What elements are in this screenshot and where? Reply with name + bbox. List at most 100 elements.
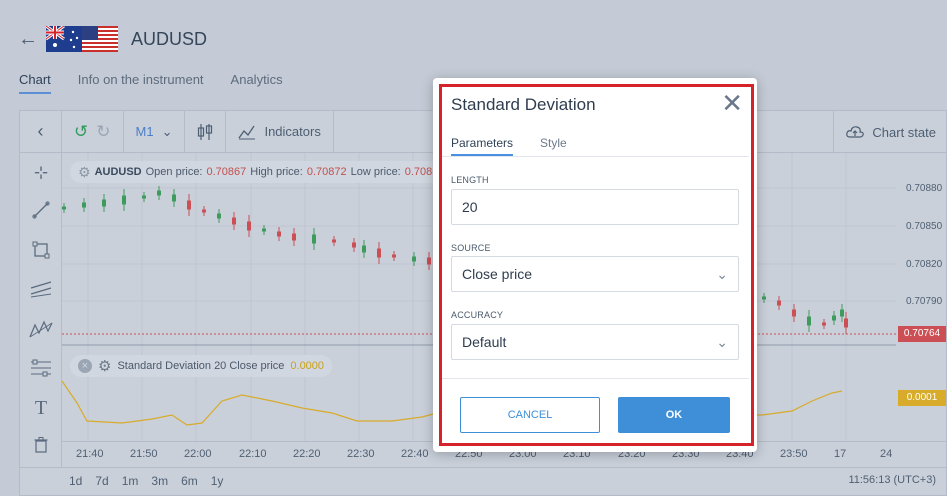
fibonacci-icon[interactable] [20, 359, 62, 382]
dialog-tabs: Parameters Style [451, 136, 567, 156]
candle-body [277, 231, 281, 237]
collapse-tools-button[interactable]: ‹ [20, 110, 62, 153]
undo-icon[interactable]: ↺ [74, 122, 88, 142]
chart-type-button[interactable] [185, 110, 227, 153]
timeframe-select[interactable]: M1 ⌄ [124, 110, 186, 153]
indicators-label: Indicators [264, 124, 321, 139]
candle-body [844, 318, 848, 328]
indicators-button[interactable]: Indicators [226, 110, 334, 153]
accuracy-select[interactable]: Default ⌄ [451, 324, 739, 360]
period-3m[interactable]: 3m [151, 474, 168, 488]
aud-usd-flag-icon [46, 26, 118, 52]
candle-body [247, 221, 251, 231]
length-label: LENGTH [451, 175, 489, 185]
dialog-divider [441, 156, 749, 157]
standard-deviation-dialog: Standard Deviation ✕ Parameters Style LE… [433, 78, 757, 452]
period-7d[interactable]: 7d [95, 474, 108, 488]
legend-symbol: AUDUSD [94, 166, 142, 178]
candle-body [102, 199, 106, 207]
chart-state-button[interactable]: Chart state [833, 111, 946, 153]
ok-button[interactable]: OK [618, 397, 730, 433]
gear-icon[interactable]: ⚙ [78, 164, 91, 181]
period-1y[interactable]: 1y [211, 474, 224, 488]
time-tick: 21:50 [130, 448, 158, 460]
indicator-legend: × ⚙ Standard Deviation 20 Close price 0.… [70, 355, 333, 377]
chart-state-label: Chart state [872, 124, 936, 140]
tab-parameters[interactable]: Parameters [451, 136, 514, 156]
time-tick: 22:10 [239, 448, 267, 460]
candle-body [762, 296, 766, 300]
source-label: SOURCE [451, 243, 491, 253]
candle-body [412, 256, 416, 262]
trendline-icon[interactable] [20, 201, 62, 224]
crosshair-icon[interactable]: ⊹ [20, 163, 62, 183]
candle-body [292, 233, 296, 241]
time-tick: 23:50 [780, 448, 808, 460]
history-buttons: ↺ ↻ [62, 110, 124, 153]
candle-body [840, 309, 844, 317]
indicator-label: Standard Deviation 20 Close price [117, 360, 285, 372]
tab-chart[interactable]: Chart [19, 72, 51, 94]
candle-body [172, 194, 176, 202]
high-label: High price: [250, 166, 303, 178]
rectangle-icon[interactable] [20, 241, 62, 264]
cloud-upload-icon [846, 126, 865, 138]
indicator-gear-icon[interactable]: ⚙ [98, 357, 111, 375]
remove-indicator-icon[interactable]: × [78, 359, 92, 373]
source-select[interactable]: Close price ⌄ [451, 256, 739, 292]
candle-body [232, 217, 236, 225]
period-1d[interactable]: 1d [69, 474, 82, 488]
candle-body [427, 257, 431, 265]
current-price-label: 0.70764 [898, 326, 946, 342]
server-clock: 11:56:13 (UTC+3) [848, 474, 936, 486]
candle-body [122, 195, 126, 205]
time-tick: 22:30 [347, 448, 375, 460]
candle-body [352, 242, 356, 248]
redo-icon[interactable]: ↻ [96, 122, 110, 142]
period-1m[interactable]: 1m [122, 474, 139, 488]
time-tick: 22:20 [293, 448, 321, 460]
pattern-icon[interactable] [20, 319, 62, 344]
tab-analytics[interactable]: Analytics [231, 72, 283, 94]
cancel-button[interactable]: CANCEL [460, 397, 600, 433]
candle-body [807, 316, 811, 326]
candle-body [262, 228, 266, 232]
time-tick: 22:00 [184, 448, 212, 460]
candle-body [62, 206, 66, 210]
candle-body [157, 190, 161, 196]
chart-bottom-bar: 1d 7d 1m 3m 6m 1y 11:56:13 (UTC+3) [20, 467, 946, 495]
candle-body [392, 254, 396, 258]
candle-body [362, 245, 366, 253]
channel-icon[interactable] [20, 280, 62, 303]
chevron-down-icon: ⌄ [716, 266, 728, 282]
accuracy-label: ACCURACY [451, 310, 504, 320]
text-tool-icon[interactable]: T [20, 397, 62, 420]
open-label: Open price: [145, 166, 203, 178]
indicators-icon [238, 125, 256, 139]
period-6m[interactable]: 6m [181, 474, 198, 488]
time-tick: 24 [880, 448, 893, 460]
candle-body [377, 248, 381, 258]
candle-body [792, 309, 796, 317]
dialog-divider [441, 378, 749, 379]
ohlc-legend: ⚙ AUDUSD Open price: 0.70867 High price:… [70, 161, 453, 183]
candle-body [187, 200, 191, 210]
accuracy-value: Default [462, 334, 507, 350]
candle-body [332, 239, 336, 243]
back-arrow-icon[interactable]: ← [18, 28, 38, 51]
instrument-tabs: Chart Info on the instrument Analytics [19, 72, 283, 94]
time-tick: 21:40 [76, 448, 104, 460]
price-tick: 0.70790 [906, 296, 943, 307]
indicator-value-label: 0.0001 [898, 390, 946, 406]
candle-body [202, 209, 206, 213]
trash-icon[interactable] [20, 437, 62, 458]
length-input[interactable] [451, 189, 739, 225]
tab-info[interactable]: Info on the instrument [78, 72, 204, 94]
close-icon[interactable]: ✕ [721, 90, 743, 116]
chevron-down-icon: ⌄ [161, 123, 173, 139]
drawing-tools: ⊹ T [20, 153, 62, 467]
candle-body [82, 202, 86, 208]
chevron-left-icon: ‹ [37, 121, 44, 141]
high-value: 0.70872 [306, 166, 347, 178]
tab-style[interactable]: Style [540, 136, 567, 156]
